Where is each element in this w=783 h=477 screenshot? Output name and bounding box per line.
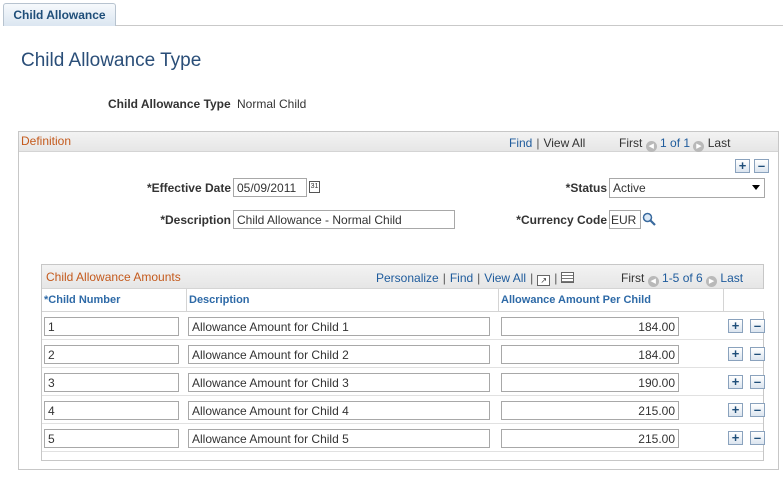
row-add-button[interactable]: + [728, 347, 743, 361]
amounts-first-label: First [621, 271, 645, 285]
definition-add-button[interactable]: + [735, 159, 750, 173]
amounts-nav: Personalize | Find | View All | ↗ | [376, 271, 575, 286]
amounts-title: Child Allowance Amounts [46, 270, 181, 284]
row-delete-button[interactable]: – [750, 347, 765, 361]
allowance-amount-field[interactable]: 184.00 [501, 345, 679, 364]
currency-code-label: *Currency Code [516, 213, 607, 227]
arrow-left-icon[interactable]: ◀ [645, 141, 657, 152]
row-add-button[interactable]: + [728, 319, 743, 333]
definition-title: Definition [21, 134, 72, 148]
row-add-button[interactable]: + [728, 375, 743, 389]
status-label: *Status [565, 181, 607, 195]
col-child-number[interactable]: *Child Number [42, 289, 187, 312]
row-description-field[interactable]: Allowance Amount for Child 5 [188, 429, 490, 448]
table-row: 2 Allowance Amount for Child 2 184.00 + – [42, 340, 765, 368]
child-number-field[interactable]: 2 [44, 345, 179, 364]
child-allowance-amounts-grid: Child Allowance Amounts Personalize | Find… [41, 264, 765, 461]
amounts-last-link[interactable]: Last [720, 271, 743, 285]
description-field[interactable]: Child Allowance - Normal Child [233, 210, 455, 229]
row-description-field[interactable]: Allowance Amount for Child 2 [188, 345, 490, 364]
row-delete-button[interactable]: – [750, 431, 765, 445]
status-select[interactable]: Active [609, 178, 765, 198]
row-description-field[interactable]: Allowance Amount for Child 4 [188, 401, 490, 420]
arrow-left-icon[interactable]: ◀ [647, 276, 659, 287]
arrow-right-icon[interactable]: ▶ [693, 141, 705, 152]
row-description-field[interactable]: Allowance Amount for Child 3 [188, 373, 490, 392]
table-row: 3 Allowance Amount for Child 3 190.00 + – [42, 368, 765, 396]
definition-range: 1 of 1 [660, 136, 691, 150]
allowance-amount-field[interactable]: 184.00 [501, 317, 679, 336]
definition-last-label: Last [707, 136, 731, 150]
magnifier-icon[interactable] [642, 212, 656, 226]
child-number-field[interactable]: 3 [44, 373, 179, 392]
plus-icon: + [731, 374, 740, 389]
table-row: 4 Allowance Amount for Child 4 215.00 + – [42, 396, 765, 424]
allowance-amount-field[interactable]: 215.00 [501, 401, 679, 420]
key-value: Normal Child [237, 97, 307, 111]
child-number-field[interactable]: 4 [44, 401, 179, 420]
minus-icon: – [753, 374, 762, 389]
chevron-down-icon [752, 185, 760, 190]
child-number-field[interactable]: 1 [44, 317, 179, 336]
page-title: Child Allowance Type [21, 50, 202, 71]
definition-pager: First ◀ 1 of 1 ▶ Last [619, 136, 730, 152]
row-description-field[interactable]: Allowance Amount for Child 1 [188, 317, 490, 336]
row-delete-button[interactable]: – [750, 375, 765, 389]
amounts-pager: First ◀ 1-5 of 6 ▶ Last [621, 271, 743, 287]
amounts-find-link[interactable]: Find [450, 271, 473, 285]
plus-icon: + [731, 402, 740, 417]
minus-icon: – [753, 402, 762, 417]
minus-icon: – [753, 346, 762, 361]
personalize-link[interactable]: Personalize [376, 271, 439, 285]
effective-date-label: *Effective Date [146, 181, 231, 195]
row-add-button[interactable]: + [728, 431, 743, 445]
definition-delete-button[interactable]: – [754, 159, 769, 173]
tab-underline [116, 25, 783, 26]
plus-icon: + [731, 318, 740, 333]
tab-bar: Child Allowance [0, 0, 783, 26]
table-row: 1 Allowance Amount for Child 1 184.00 + – [42, 312, 765, 340]
row-delete-button[interactable]: – [750, 403, 765, 417]
minus-icon: – [757, 158, 766, 173]
row-delete-button[interactable]: – [750, 319, 765, 333]
allowance-amount-field[interactable]: 190.00 [501, 373, 679, 392]
col-actions [724, 289, 764, 312]
col-amount[interactable]: Allowance Amount Per Child [499, 289, 724, 312]
amounts-header: Child Allowance Amounts Personalize | Find… [42, 265, 763, 289]
definition-view-all-link[interactable]: View All [543, 136, 585, 150]
allowance-amount-field[interactable]: 215.00 [501, 429, 679, 448]
definition-first-label: First [619, 136, 643, 150]
definition-find-link[interactable]: Find [509, 136, 532, 150]
amounts-range: 1-5 of 6 [662, 271, 703, 285]
row-add-button[interactable]: + [728, 403, 743, 417]
key-label: Child Allowance Type [108, 97, 231, 111]
arrow-right-icon[interactable]: ▶ [706, 276, 718, 287]
plus-icon: + [738, 158, 747, 173]
amounts-view-all-link[interactable]: View All [484, 271, 526, 285]
grid-download-icon[interactable] [561, 272, 575, 283]
description-label: *Description [160, 213, 231, 227]
calendar-icon[interactable]: 31 [309, 181, 320, 193]
zoom-icon[interactable]: ↗ [537, 275, 551, 286]
definition-section: Definition Find | View All First ◀ 1 of 1 … [18, 131, 779, 470]
table-row: 5 Allowance Amount for Child 5 215.00 + – [42, 424, 765, 452]
tab-child-allowance[interactable]: Child Allowance [3, 3, 116, 26]
status-value: Active [613, 181, 646, 195]
plus-icon: + [731, 346, 740, 361]
currency-code-field[interactable]: EUR [609, 210, 641, 229]
child-number-field[interactable]: 5 [44, 429, 179, 448]
col-description[interactable]: Description [187, 289, 499, 312]
definition-nav: Find | View All [509, 136, 586, 150]
minus-icon: – [753, 430, 762, 445]
effective-date-field[interactable]: 05/09/2011 [233, 178, 307, 197]
minus-icon: – [753, 318, 762, 333]
definition-header: Definition Find | View All First ◀ 1 of 1 … [19, 132, 778, 152]
plus-icon: + [731, 430, 740, 445]
